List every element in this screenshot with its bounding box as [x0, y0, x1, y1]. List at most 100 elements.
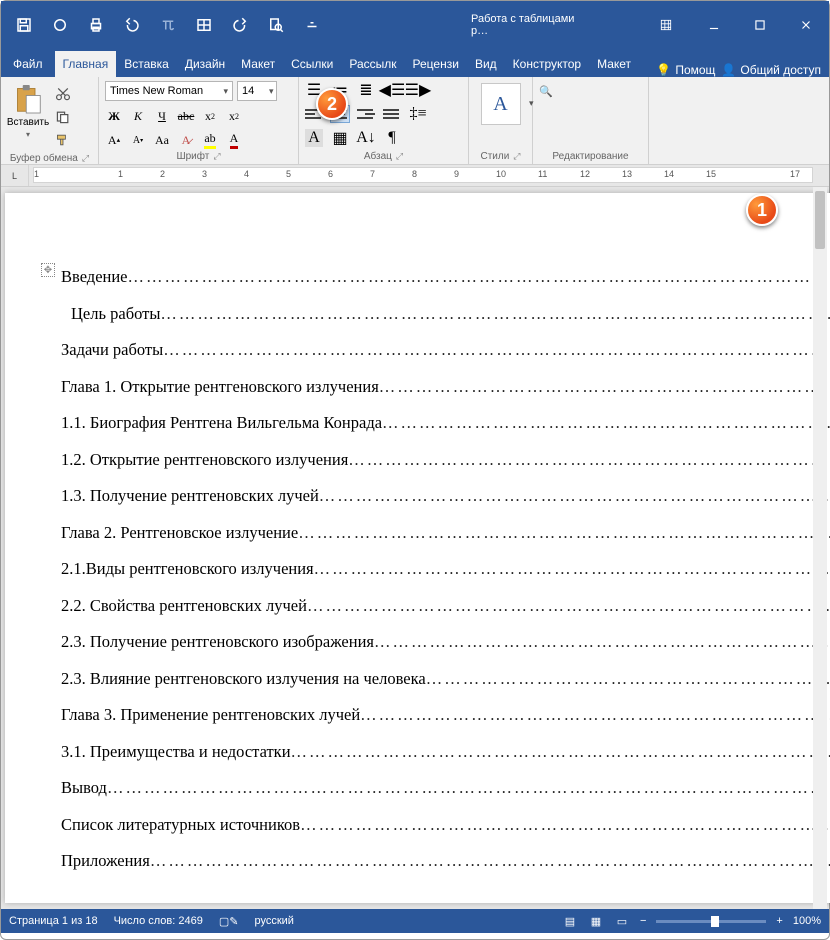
tab-mailings[interactable]: Рассылк — [341, 51, 404, 77]
superscript-button[interactable]: x2 — [225, 107, 243, 125]
copy-button[interactable] — [55, 110, 71, 129]
paste-button[interactable]: Вставить ▾ — [7, 83, 49, 145]
page[interactable]: Оглавление ✥ Введение…………………………………………………… — [5, 193, 830, 903]
sort-button[interactable]: A↓ — [357, 129, 375, 147]
dialog-launcher-icon[interactable]: ⤢ — [82, 153, 89, 164]
tab-file[interactable]: Файл — [1, 51, 55, 77]
show-marks-button[interactable]: ¶ — [383, 129, 401, 147]
decrease-indent-button[interactable]: ◀☰ — [383, 81, 401, 99]
tab-table-layout[interactable]: Макет — [589, 51, 639, 77]
status-page[interactable]: Страница 1 из 18 — [9, 915, 98, 927]
circle-icon[interactable] — [43, 3, 77, 47]
tab-review[interactable]: Рецензи — [405, 51, 467, 77]
strike-button[interactable]: abc — [177, 107, 195, 125]
toc-row[interactable]: 2.2. Свойства рентгеновских лучей…………………… — [61, 596, 830, 619]
change-case-button[interactable]: Aa — [153, 131, 171, 149]
zoom-level[interactable]: 100% — [793, 915, 821, 927]
close-button[interactable] — [783, 1, 829, 49]
toc-row[interactable]: Приложения………………………………………………………………………………… — [61, 851, 830, 874]
tell-me[interactable]: 💡Помощ — [656, 63, 715, 77]
toc-leader: …………………………………………………………………………………………………………… — [291, 742, 830, 762]
print-button[interactable] — [79, 3, 113, 47]
redo-button[interactable] — [223, 3, 257, 47]
toc-row[interactable]: Глава 1. Открытие рентгеновского излучен… — [61, 377, 830, 400]
tab-selector[interactable]: L — [1, 165, 29, 186]
underline-button[interactable]: Ч — [153, 107, 171, 125]
font-color-button[interactable]: A — [225, 131, 243, 149]
zoom-slider[interactable] — [656, 920, 766, 923]
tab-references[interactable]: Ссылки — [283, 51, 341, 77]
print-layout-button[interactable]: ▦ — [588, 914, 604, 928]
table-quick-icon[interactable] — [187, 3, 221, 47]
vertical-scrollbar[interactable] — [813, 187, 827, 909]
italic-button[interactable]: К — [129, 107, 147, 125]
font-size-combo[interactable]: ▾ — [237, 81, 277, 101]
status-language[interactable]: русский — [254, 915, 293, 927]
toc-row[interactable]: 2.3. Влияние рентгеновского излучения на… — [61, 669, 830, 692]
status-words[interactable]: Число слов: 2469 — [114, 915, 203, 927]
toc-row[interactable]: Глава 3. Применение рентгеновских лучей…… — [61, 705, 830, 728]
font-size-input[interactable] — [238, 85, 266, 97]
share-button[interactable]: 👤Общий доступ — [721, 63, 821, 77]
toc-row[interactable]: 1.2. Открытие рентгеновского излучения …… — [61, 450, 830, 473]
horizontal-ruler[interactable]: 112345678910111213141517 — [33, 167, 813, 183]
tab-constructor[interactable]: Конструктор — [505, 51, 589, 77]
toc-row[interactable]: 2.3. Получение рентгеновского изображени… — [61, 632, 830, 655]
web-layout-button[interactable]: ▭ — [614, 914, 630, 928]
toc-row[interactable]: Список литературных источников…………………………… — [61, 815, 830, 838]
bold-button[interactable]: Ж — [105, 107, 123, 125]
toc-text: 1.1. Биография Рентгена Вильгельма Конра… — [61, 413, 382, 433]
toc-row[interactable]: 3.1. Преимущества и недостатки…………………………… — [61, 742, 830, 765]
scrollbar-thumb[interactable] — [815, 191, 825, 249]
dialog-launcher-icon[interactable]: ⤢ — [513, 151, 520, 162]
tab-layout[interactable]: Макет — [233, 51, 283, 77]
format-painter-button[interactable] — [55, 133, 71, 152]
line-spacing-button[interactable]: ‡≡ — [409, 105, 427, 123]
toc-row[interactable]: Цель работы……………………………………………………………………………… — [61, 304, 830, 327]
tab-home[interactable]: Главная — [55, 51, 117, 77]
pi-icon[interactable] — [151, 3, 185, 47]
shading-button[interactable]: A — [305, 129, 323, 147]
toc-leader: …………………………………………………………………………………………………………… — [348, 450, 830, 470]
save-button[interactable] — [7, 3, 41, 47]
undo-button[interactable] — [115, 3, 149, 47]
qat-customize[interactable] — [295, 3, 329, 47]
styles-gallery[interactable]: A▾ — [481, 83, 521, 125]
toc-row[interactable]: Глава 2. Рентгеновское излучение……………………… — [61, 523, 830, 546]
preview-button[interactable] — [259, 3, 293, 47]
tab-view[interactable]: Вид — [467, 51, 505, 77]
borders-button[interactable]: ▦ — [331, 129, 349, 147]
shrink-font-button[interactable]: A▾ — [129, 131, 147, 149]
table-move-handle[interactable]: ✥ — [41, 263, 55, 277]
dialog-launcher-icon[interactable]: ⤢ — [213, 151, 220, 162]
multilevel-button[interactable]: ≣ — [357, 81, 375, 99]
proofing-icon[interactable]: ▢✎ — [219, 915, 239, 928]
toc-row[interactable]: 1.3. Получение рентгеновских лучей………………… — [61, 486, 830, 509]
font-name-combo[interactable]: ▾ — [105, 81, 233, 101]
toc-row[interactable]: Вывод……………………………………………………………………………………………… — [61, 778, 830, 801]
read-mode-button[interactable]: ▤ — [562, 914, 578, 928]
toc-row[interactable]: 2.1.Виды рентгеновского излучения…………………… — [61, 559, 830, 582]
increase-indent-button[interactable]: ☰▶ — [409, 81, 427, 99]
toc-row[interactable]: 1.1. Биография Рентгена Вильгельма Конра… — [61, 413, 830, 436]
font-name-input[interactable] — [106, 85, 219, 97]
align-justify-button[interactable] — [383, 106, 401, 122]
grow-font-button[interactable]: A▴ — [105, 131, 123, 149]
subscript-button[interactable]: x2 — [201, 107, 219, 125]
clipboard-label: Буфер обмена — [10, 153, 78, 164]
zoom-out-button[interactable]: − — [640, 915, 646, 927]
maximize-button[interactable] — [737, 1, 783, 49]
zoom-in-button[interactable]: + — [776, 915, 782, 927]
toc-row[interactable]: Введение……………………………………………………………………………………… — [61, 267, 830, 290]
find-button[interactable]: 🔍 — [539, 79, 642, 98]
dialog-launcher-icon[interactable]: ⤢ — [396, 151, 403, 162]
minimize-button[interactable] — [691, 1, 737, 49]
ribbon-display-icon[interactable] — [645, 1, 687, 49]
toc-row[interactable]: Задачи работы………………………………………………………………………… — [61, 340, 830, 363]
tab-insert[interactable]: Вставка — [116, 51, 177, 77]
clear-format-button[interactable]: A̷ — [177, 131, 195, 149]
cut-button[interactable] — [55, 87, 71, 106]
tab-design[interactable]: Дизайн — [177, 51, 233, 77]
align-right-button[interactable] — [357, 106, 375, 122]
highlight-button[interactable]: ab — [201, 131, 219, 149]
